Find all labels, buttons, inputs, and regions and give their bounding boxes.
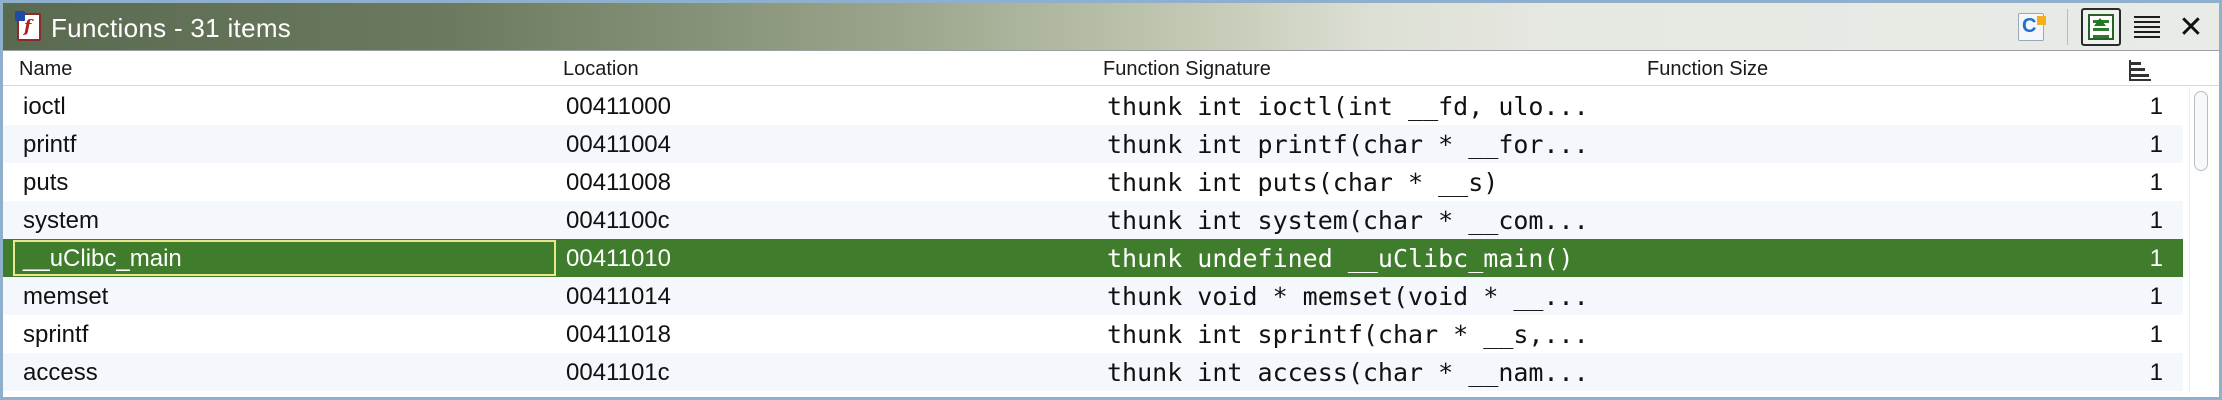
copy-button[interactable]: C <box>2013 9 2049 45</box>
table-row[interactable]: sprintf 00411018 thunk int sprintf(char * … <box>3 315 2183 353</box>
column-header-size[interactable]: Function Size <box>1647 58 1768 81</box>
cell-signature: thunk int puts(char * __s) <box>1107 168 1499 197</box>
column-header-signature[interactable]: Function Signature <box>1103 58 1271 81</box>
scrollbar-thumb[interactable] <box>2194 91 2208 171</box>
cell-location: 00411000 <box>566 93 671 120</box>
table-row[interactable]: system 0041100c thunk int system(char * __… <box>3 201 2183 239</box>
cell-location: 00411004 <box>566 131 671 158</box>
navigate-selection-icon <box>2088 14 2114 40</box>
cell-name: printf <box>23 131 77 158</box>
table-row[interactable]: access 0041101c thunk int access(char * __… <box>3 353 2183 391</box>
cell-size: 1 <box>2149 131 2163 158</box>
cell-location: 00411008 <box>566 169 671 196</box>
cell-location: 0041101c <box>566 359 670 386</box>
function-table-icon: f <box>15 11 41 41</box>
column-header-name[interactable]: Name <box>19 58 72 81</box>
table-row[interactable]: puts 00411008 thunk int puts(char * __s) 1 <box>3 163 2183 201</box>
column-header-location[interactable]: Location <box>563 58 639 81</box>
cell-location: 0041100c <box>566 207 670 234</box>
table-row[interactable]: memset 00411014 thunk void * memset(void *… <box>3 277 2183 315</box>
cell-size: 1 <box>2149 283 2163 310</box>
cell-signature: thunk int printf(char * __for... <box>1107 130 1589 159</box>
cell-signature: thunk int access(char * __nam... <box>1107 358 1589 387</box>
cell-size: 1 <box>2149 207 2163 234</box>
toolbar-separator <box>2067 9 2068 45</box>
close-icon: ✕ <box>2178 10 2204 44</box>
list-lines-icon <box>2134 16 2160 38</box>
cell-size: 1 <box>2149 321 2163 348</box>
cell-size: 1 <box>2149 169 2163 196</box>
functions-window: f Functions - 31 items C ✕ Name Location… <box>0 0 2222 400</box>
window-title: Functions - 31 items <box>51 13 292 43</box>
cell-location: 00411010 <box>566 245 671 272</box>
cell-name: memset <box>23 283 109 310</box>
cell-size: 1 <box>2149 93 2163 120</box>
cell-name: access <box>23 359 98 386</box>
toggle-navigation-button[interactable] <box>2081 8 2121 46</box>
cell-size: 1 <box>2149 245 2163 272</box>
table-body: ioctl 00411000 thunk int ioctl(int __fd, u… <box>3 87 2183 393</box>
vertical-scrollbar[interactable] <box>2189 87 2213 393</box>
cell-name: sprintf <box>23 321 89 348</box>
table-row[interactable]: __uClibc_main 00411010 thunk undefined __u… <box>3 239 2183 277</box>
cell-size: 1 <box>2149 359 2163 386</box>
copy-doc-icon: C <box>2018 13 2046 41</box>
cell-signature: thunk int ioctl(int __fd, ulo... <box>1107 92 1589 121</box>
view-list-button[interactable] <box>2129 9 2165 45</box>
cell-location: 00411018 <box>566 321 671 348</box>
table-row[interactable]: printf 00411004 thunk int printf(char * __… <box>3 125 2183 163</box>
cell-location: 00411014 <box>566 283 671 310</box>
cell-name: __uClibc_main <box>23 245 182 272</box>
title-bar[interactable]: f Functions - 31 items C ✕ <box>3 3 2219 51</box>
cell-name: ioctl <box>23 93 66 120</box>
cell-signature: thunk int system(char * __com... <box>1107 206 1589 235</box>
close-button[interactable]: ✕ <box>2173 9 2209 45</box>
column-config-icon[interactable] <box>2127 58 2153 82</box>
table-row[interactable]: ioctl 00411000 thunk int ioctl(int __fd, u… <box>3 87 2183 125</box>
cell-signature: thunk undefined __uClibc_main() <box>1107 244 1574 273</box>
table-header: Name Location Function Signature Functio… <box>3 52 2219 86</box>
cell-signature: thunk void * memset(void * __... <box>1107 282 1589 311</box>
cell-signature: thunk int sprintf(char * __s,... <box>1107 320 1589 349</box>
cell-name: puts <box>23 169 69 196</box>
cell-name: system <box>23 207 100 234</box>
